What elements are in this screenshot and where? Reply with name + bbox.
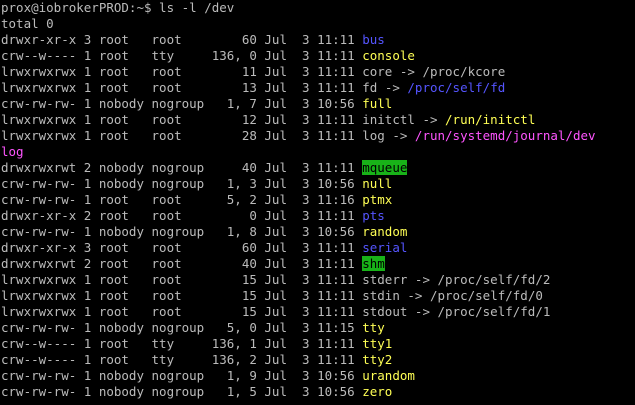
file-metadata: crw-rw-rw- 1 nobody nogroup 1, 9 Jul 3 1… [1,368,363,383]
listing-row: lrwxrwxrwx 1 root root 15 Jul 3 11:11 st… [1,304,635,320]
listing-row: log [1,144,635,160]
file-metadata: lrwxrwxrwx 1 root root 13 Jul 3 11:11 [1,80,363,95]
listing-row: lrwxrwxrwx 1 root root 15 Jul 3 11:11 st… [1,272,635,288]
file-metadata: drwxr-xr-x 3 root root 60 Jul 3 11:11 [1,32,363,47]
file-name: random [362,224,408,239]
listing-row: lrwxrwxrwx 1 root root 15 Jul 3 11:11 st… [1,288,635,304]
file-metadata: lrwxrwxrwx 1 root root 28 Jul 3 11:11 [1,128,363,143]
file-name: initctl [362,112,415,127]
listing-row: drwxr-xr-x 3 root root 60 Jul 3 11:11 se… [1,240,635,256]
file-name: stderr [362,272,408,287]
file-metadata: crw-rw-rw- 1 nobody nogroup 5, 0 Jul 3 1… [1,320,363,335]
file-name: fd [362,80,378,95]
file-name: stdout [362,304,408,319]
symlink-arrow: -> [407,272,438,287]
listing-row: lrwxrwxrwx 1 root root 12 Jul 3 11:11 in… [1,112,635,128]
file-name: null [362,176,393,191]
listing-row: drwxr-xr-x 2 root root 0 Jul 3 11:11 pts [1,208,635,224]
file-metadata: crw-rw-rw- 1 root root 5, 2 Jul 3 11:16 [1,192,363,207]
symlink-target: /run/initctl [445,112,536,127]
file-metadata: drwxr-xr-x 3 root root 60 Jul 3 11:11 [1,240,363,255]
file-name: ptmx [362,192,393,207]
file-name: stdin [362,288,400,303]
file-name: zero [362,384,393,399]
shell-prompt: prox@iobrokerPROD:~$ [1,0,160,15]
symlink-arrow: -> [392,64,423,79]
listing-row: crw-rw-rw- 1 nobody nogroup 1, 7 Jul 3 1… [1,96,635,112]
file-name: log [362,128,385,143]
file-metadata: lrwxrwxrwx 1 root root 15 Jul 3 11:11 [1,288,363,303]
symlink-arrow: -> [399,288,430,303]
file-name: mqueue [362,160,408,175]
listing-row: drwxrwxrwt 2 nobody nogroup 40 Jul 3 11:… [1,160,635,176]
listing-row: lrwxrwxrwx 1 root root 28 Jul 3 11:11 lo… [1,128,635,144]
file-name: pts [362,208,385,223]
file-metadata: lrwxrwxrwx 1 root root 15 Jul 3 11:11 [1,304,363,319]
file-name: urandom [362,368,415,383]
listing-row: crw-rw-rw- 1 nobody nogroup 5, 0 Jul 3 1… [1,320,635,336]
symlink-arrow: -> [384,128,415,143]
file-metadata: drwxr-xr-x 2 root root 0 Jul 3 11:11 [1,208,363,223]
file-metadata: lrwxrwxrwx 1 root root 12 Jul 3 11:11 [1,112,363,127]
file-metadata: crw--w---- 1 root tty 136, 0 Jul 3 11:11 [1,48,363,63]
listing-row: crw--w---- 1 root tty 136, 2 Jul 3 11:11… [1,352,635,368]
listing-row: lrwxrwxrwx 1 root root 13 Jul 3 11:11 fd… [1,80,635,96]
total-line: total 0 [1,16,54,31]
listing-row: crw-rw-rw- 1 nobody nogroup 1, 9 Jul 3 1… [1,368,635,384]
file-name: tty1 [362,336,393,351]
listing-row: crw-rw-rw- 1 nobody nogroup 1, 8 Jul 3 1… [1,224,635,240]
terminal-window[interactable]: prox@iobrokerPROD:~$ ls -l /dev total 0 … [0,0,635,405]
file-name: core [362,64,393,79]
file-name: serial [362,240,408,255]
prompt-line: prox@iobrokerPROD:~$ ls -l /dev [1,0,635,16]
symlink-target: /proc/kcore [422,64,506,79]
listing-row: crw-rw-rw- 1 nobody nogroup 1, 5 Jul 3 1… [1,384,635,400]
file-name: console [362,48,415,63]
listing-row: crw-rw-rw- 1 nobody nogroup 1, 3 Jul 3 1… [1,176,635,192]
listing-row: lrwxrwxrwx 1 root root 11 Jul 3 11:11 co… [1,64,635,80]
listing-row: crw--w---- 1 root tty 136, 1 Jul 3 11:11… [1,336,635,352]
symlink-target: /proc/self/fd/1 [437,304,551,319]
file-name: tty [362,320,385,335]
symlink-target: /proc/self/fd [407,80,506,95]
file-metadata: crw-rw-rw- 1 nobody nogroup 1, 3 Jul 3 1… [1,176,363,191]
file-name: full [362,96,393,111]
symlink-target: /run/systemd/journal/dev [414,128,596,143]
file-metadata: lrwxrwxrwx 1 root root 15 Jul 3 11:11 [1,272,363,287]
file-metadata: crw-rw-rw- 1 nobody nogroup 1, 5 Jul 3 1… [1,384,363,399]
file-name: tty2 [362,352,393,367]
file-name: bus [362,32,385,47]
listing-row: crw-rw-rw- 1 root root 5, 2 Jul 3 11:16 … [1,192,635,208]
symlink-target: /proc/self/fd/2 [437,272,551,287]
command-text: ls -l /dev [159,0,235,15]
symlink-arrow: -> [414,112,446,127]
listing-row: drwxr-xr-x 3 root root 60 Jul 3 11:11 bu… [1,32,635,48]
file-metadata: crw-rw-rw- 1 nobody nogroup 1, 7 Jul 3 1… [1,96,363,111]
symlink-arrow: -> [407,304,438,319]
listing-row: crw--w---- 1 root tty 136, 0 Jul 3 11:11… [1,48,635,64]
file-metadata: lrwxrwxrwx 1 root root 11 Jul 3 11:11 [1,64,363,79]
file-metadata: drwxrwxrwt 2 nobody nogroup 40 Jul 3 11:… [1,160,363,175]
file-name: shm [362,256,385,271]
listing-row: drwxrwxrwt 2 root root 40 Jul 3 11:11 sh… [1,256,635,272]
file-metadata: crw--w---- 1 root tty 136, 2 Jul 3 11:11 [1,352,363,367]
symlink-arrow: -> [377,80,408,95]
directory-listing: drwxr-xr-x 3 root root 60 Jul 3 11:11 bu… [1,32,635,400]
file-name: log [1,144,24,159]
file-metadata: drwxrwxrwt 2 root root 40 Jul 3 11:11 [1,256,363,271]
file-metadata: crw-rw-rw- 1 nobody nogroup 1, 8 Jul 3 1… [1,224,363,239]
symlink-target: /proc/self/fd/0 [429,288,543,303]
file-metadata: crw--w---- 1 root tty 136, 1 Jul 3 11:11 [1,336,363,351]
